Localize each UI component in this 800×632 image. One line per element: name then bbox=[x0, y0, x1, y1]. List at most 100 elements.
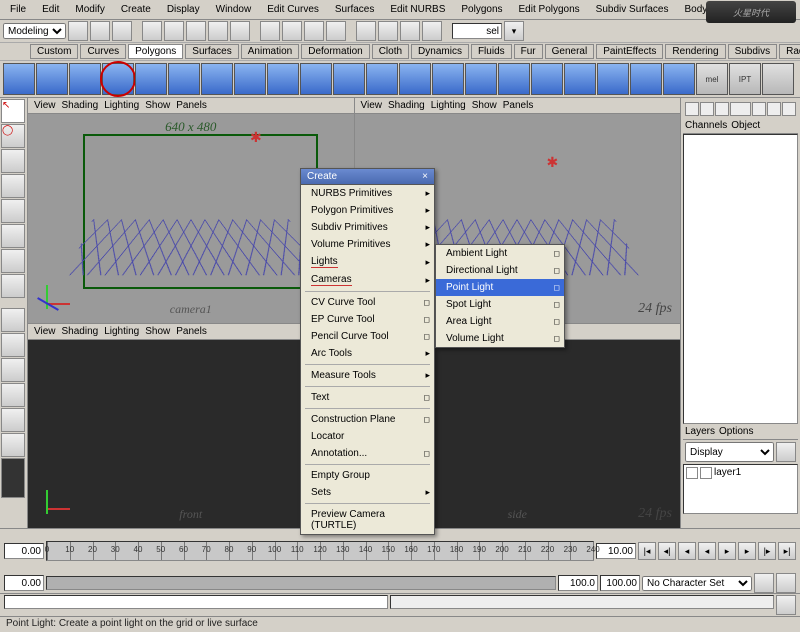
chan-icon-3[interactable] bbox=[715, 102, 729, 116]
tool-new[interactable] bbox=[68, 21, 88, 41]
step-back-icon[interactable]: ◂| bbox=[658, 542, 676, 560]
shelf-poly-cut[interactable] bbox=[399, 63, 431, 95]
tool-render-opts[interactable] bbox=[422, 21, 442, 41]
menu-volume-light[interactable]: Volume Light bbox=[436, 330, 564, 347]
autokey-toggle[interactable] bbox=[754, 573, 774, 593]
shelf-poly-extrude[interactable] bbox=[300, 63, 332, 95]
key-back-icon[interactable]: ◂ bbox=[678, 542, 696, 560]
menu-empty-group[interactable]: Empty Group bbox=[301, 467, 434, 484]
menu-modify[interactable]: Modify bbox=[71, 2, 108, 17]
menu-edit-polygons[interactable]: Edit Polygons bbox=[515, 2, 584, 17]
tool-snap-plane[interactable] bbox=[326, 21, 346, 41]
vmenu-panels[interactable]: Panels bbox=[176, 100, 207, 111]
vmenu-lighting[interactable]: Lighting bbox=[104, 100, 139, 111]
layout-graph[interactable] bbox=[1, 433, 25, 457]
tool-select-uv[interactable] bbox=[230, 21, 250, 41]
menu-volume-primitives[interactable]: Volume Primitives bbox=[301, 236, 434, 253]
four-pane[interactable] bbox=[1, 333, 25, 357]
menu-construction-plane[interactable]: Construction Plane bbox=[301, 411, 434, 428]
shelf-bodypaint-icon[interactable] bbox=[762, 63, 794, 95]
shelf-poly-normals[interactable] bbox=[564, 63, 596, 95]
two-pane-h[interactable] bbox=[1, 358, 25, 382]
menu-locator[interactable]: Locator bbox=[301, 428, 434, 445]
shelf-tab-surfaces[interactable]: Surfaces bbox=[185, 44, 238, 59]
menu-edit[interactable]: Edit bbox=[38, 2, 63, 17]
menu-file[interactable]: File bbox=[6, 2, 30, 17]
shelf-tab-cloth[interactable]: Cloth bbox=[372, 44, 409, 59]
shelf-poly-soften[interactable] bbox=[630, 63, 662, 95]
menu-cv-curve-tool[interactable]: CV Curve Tool bbox=[301, 294, 434, 311]
range-start-field[interactable] bbox=[4, 575, 44, 591]
step-fwd-icon[interactable]: |▸ bbox=[758, 542, 776, 560]
menu-annotation[interactable]: Annotation... bbox=[301, 445, 434, 462]
layer-list[interactable]: layer1 bbox=[683, 464, 798, 514]
shelf-tab-rendering[interactable]: Rendering bbox=[665, 44, 725, 59]
key-fwd-icon[interactable]: ▸ bbox=[738, 542, 756, 560]
menu-polygon-primitives[interactable]: Polygon Primitives bbox=[301, 202, 434, 219]
shelf-poly-prism[interactable] bbox=[201, 63, 233, 95]
tool-snap-curve[interactable] bbox=[282, 21, 302, 41]
shelf-poly-uv[interactable] bbox=[663, 63, 695, 95]
single-pane[interactable] bbox=[1, 308, 25, 332]
menu-text[interactable]: Text bbox=[301, 389, 434, 406]
shelf-tab-curves[interactable]: Curves bbox=[80, 44, 126, 59]
menu-area-light[interactable]: Area Light bbox=[436, 313, 564, 330]
menu-spot-light[interactable]: Spot Light bbox=[436, 296, 564, 313]
vmenu-view[interactable]: View bbox=[34, 100, 56, 111]
menu-lights[interactable]: Lights bbox=[301, 253, 434, 271]
soft-select-tool[interactable] bbox=[1, 249, 25, 273]
tool-render[interactable] bbox=[378, 21, 398, 41]
menu-display[interactable]: Display bbox=[163, 2, 204, 17]
menu-ep-curve-tool[interactable]: EP Curve Tool bbox=[301, 311, 434, 328]
shelf-poly-sphere[interactable] bbox=[3, 63, 35, 95]
layer-new-icon[interactable] bbox=[776, 442, 796, 462]
menu-ambient-light[interactable]: Ambient Light bbox=[436, 245, 564, 262]
scale-tool[interactable] bbox=[1, 199, 25, 223]
shelf-tab-deformation[interactable]: Deformation bbox=[301, 44, 369, 59]
play-fwd-icon[interactable]: ▸ bbox=[718, 542, 736, 560]
time-end-field[interactable] bbox=[596, 543, 636, 559]
tool-select-face[interactable] bbox=[186, 21, 206, 41]
rotate-tool[interactable] bbox=[1, 174, 25, 198]
chan-icon-4[interactable] bbox=[752, 102, 766, 116]
shelf-tab-dynamics[interactable]: Dynamics bbox=[411, 44, 469, 59]
play-back-icon[interactable]: ◂ bbox=[698, 542, 716, 560]
mode-select[interactable]: Modeling bbox=[3, 23, 66, 39]
menu-nurbs-primitives[interactable]: NURBS Primitives bbox=[301, 185, 434, 202]
shelf-poly-cone[interactable] bbox=[168, 63, 200, 95]
range-slider-track[interactable] bbox=[46, 576, 556, 590]
tool-select-edge[interactable] bbox=[164, 21, 184, 41]
shelf-poly-torus[interactable] bbox=[135, 63, 167, 95]
menu-cameras[interactable]: Cameras bbox=[301, 271, 434, 289]
shelf-poly-plane[interactable] bbox=[102, 63, 134, 95]
move-tool[interactable] bbox=[1, 149, 25, 173]
shelf-poly-cube[interactable] bbox=[36, 63, 68, 95]
chan-icon-1[interactable] bbox=[685, 102, 699, 116]
chan-icon-2[interactable] bbox=[700, 102, 714, 116]
menu-edit-curves[interactable]: Edit Curves bbox=[263, 2, 323, 17]
layout-outliner[interactable] bbox=[1, 408, 25, 432]
menu-measure-tools[interactable]: Measure Tools bbox=[301, 367, 434, 384]
shelf-poly-combine[interactable] bbox=[234, 63, 266, 95]
select-tool[interactable]: ↖ bbox=[1, 99, 25, 123]
shelf-poly-cleanup[interactable] bbox=[531, 63, 563, 95]
menu-subdiv-surfaces[interactable]: Subdiv Surfaces bbox=[592, 2, 673, 17]
shelf-tab-polygons[interactable]: Polygons bbox=[128, 44, 183, 59]
chan-icon-6[interactable] bbox=[782, 102, 796, 116]
tool-save[interactable] bbox=[112, 21, 132, 41]
menu-create[interactable]: Create bbox=[117, 2, 155, 17]
sel-dropdown[interactable]: ▾ bbox=[504, 21, 524, 41]
charset-select[interactable]: No Character Set bbox=[642, 576, 752, 591]
lasso-tool[interactable]: ◯ bbox=[1, 124, 25, 148]
shelf-tab-general[interactable]: General bbox=[545, 44, 595, 59]
shelf-tab-fluids[interactable]: Fluids bbox=[471, 44, 512, 59]
menu-surfaces[interactable]: Surfaces bbox=[331, 2, 378, 17]
tool-select-object[interactable] bbox=[208, 21, 228, 41]
manip-tool[interactable] bbox=[1, 224, 25, 248]
playback-prefs-icon[interactable] bbox=[776, 573, 796, 593]
layer-disp-toggle[interactable] bbox=[700, 467, 712, 479]
menu-window[interactable]: Window bbox=[212, 2, 256, 17]
shelf-ipt-icon[interactable]: IPT bbox=[729, 63, 761, 95]
menu-pencil-curve-tool[interactable]: Pencil Curve Tool bbox=[301, 328, 434, 345]
sel-field[interactable] bbox=[452, 23, 502, 39]
